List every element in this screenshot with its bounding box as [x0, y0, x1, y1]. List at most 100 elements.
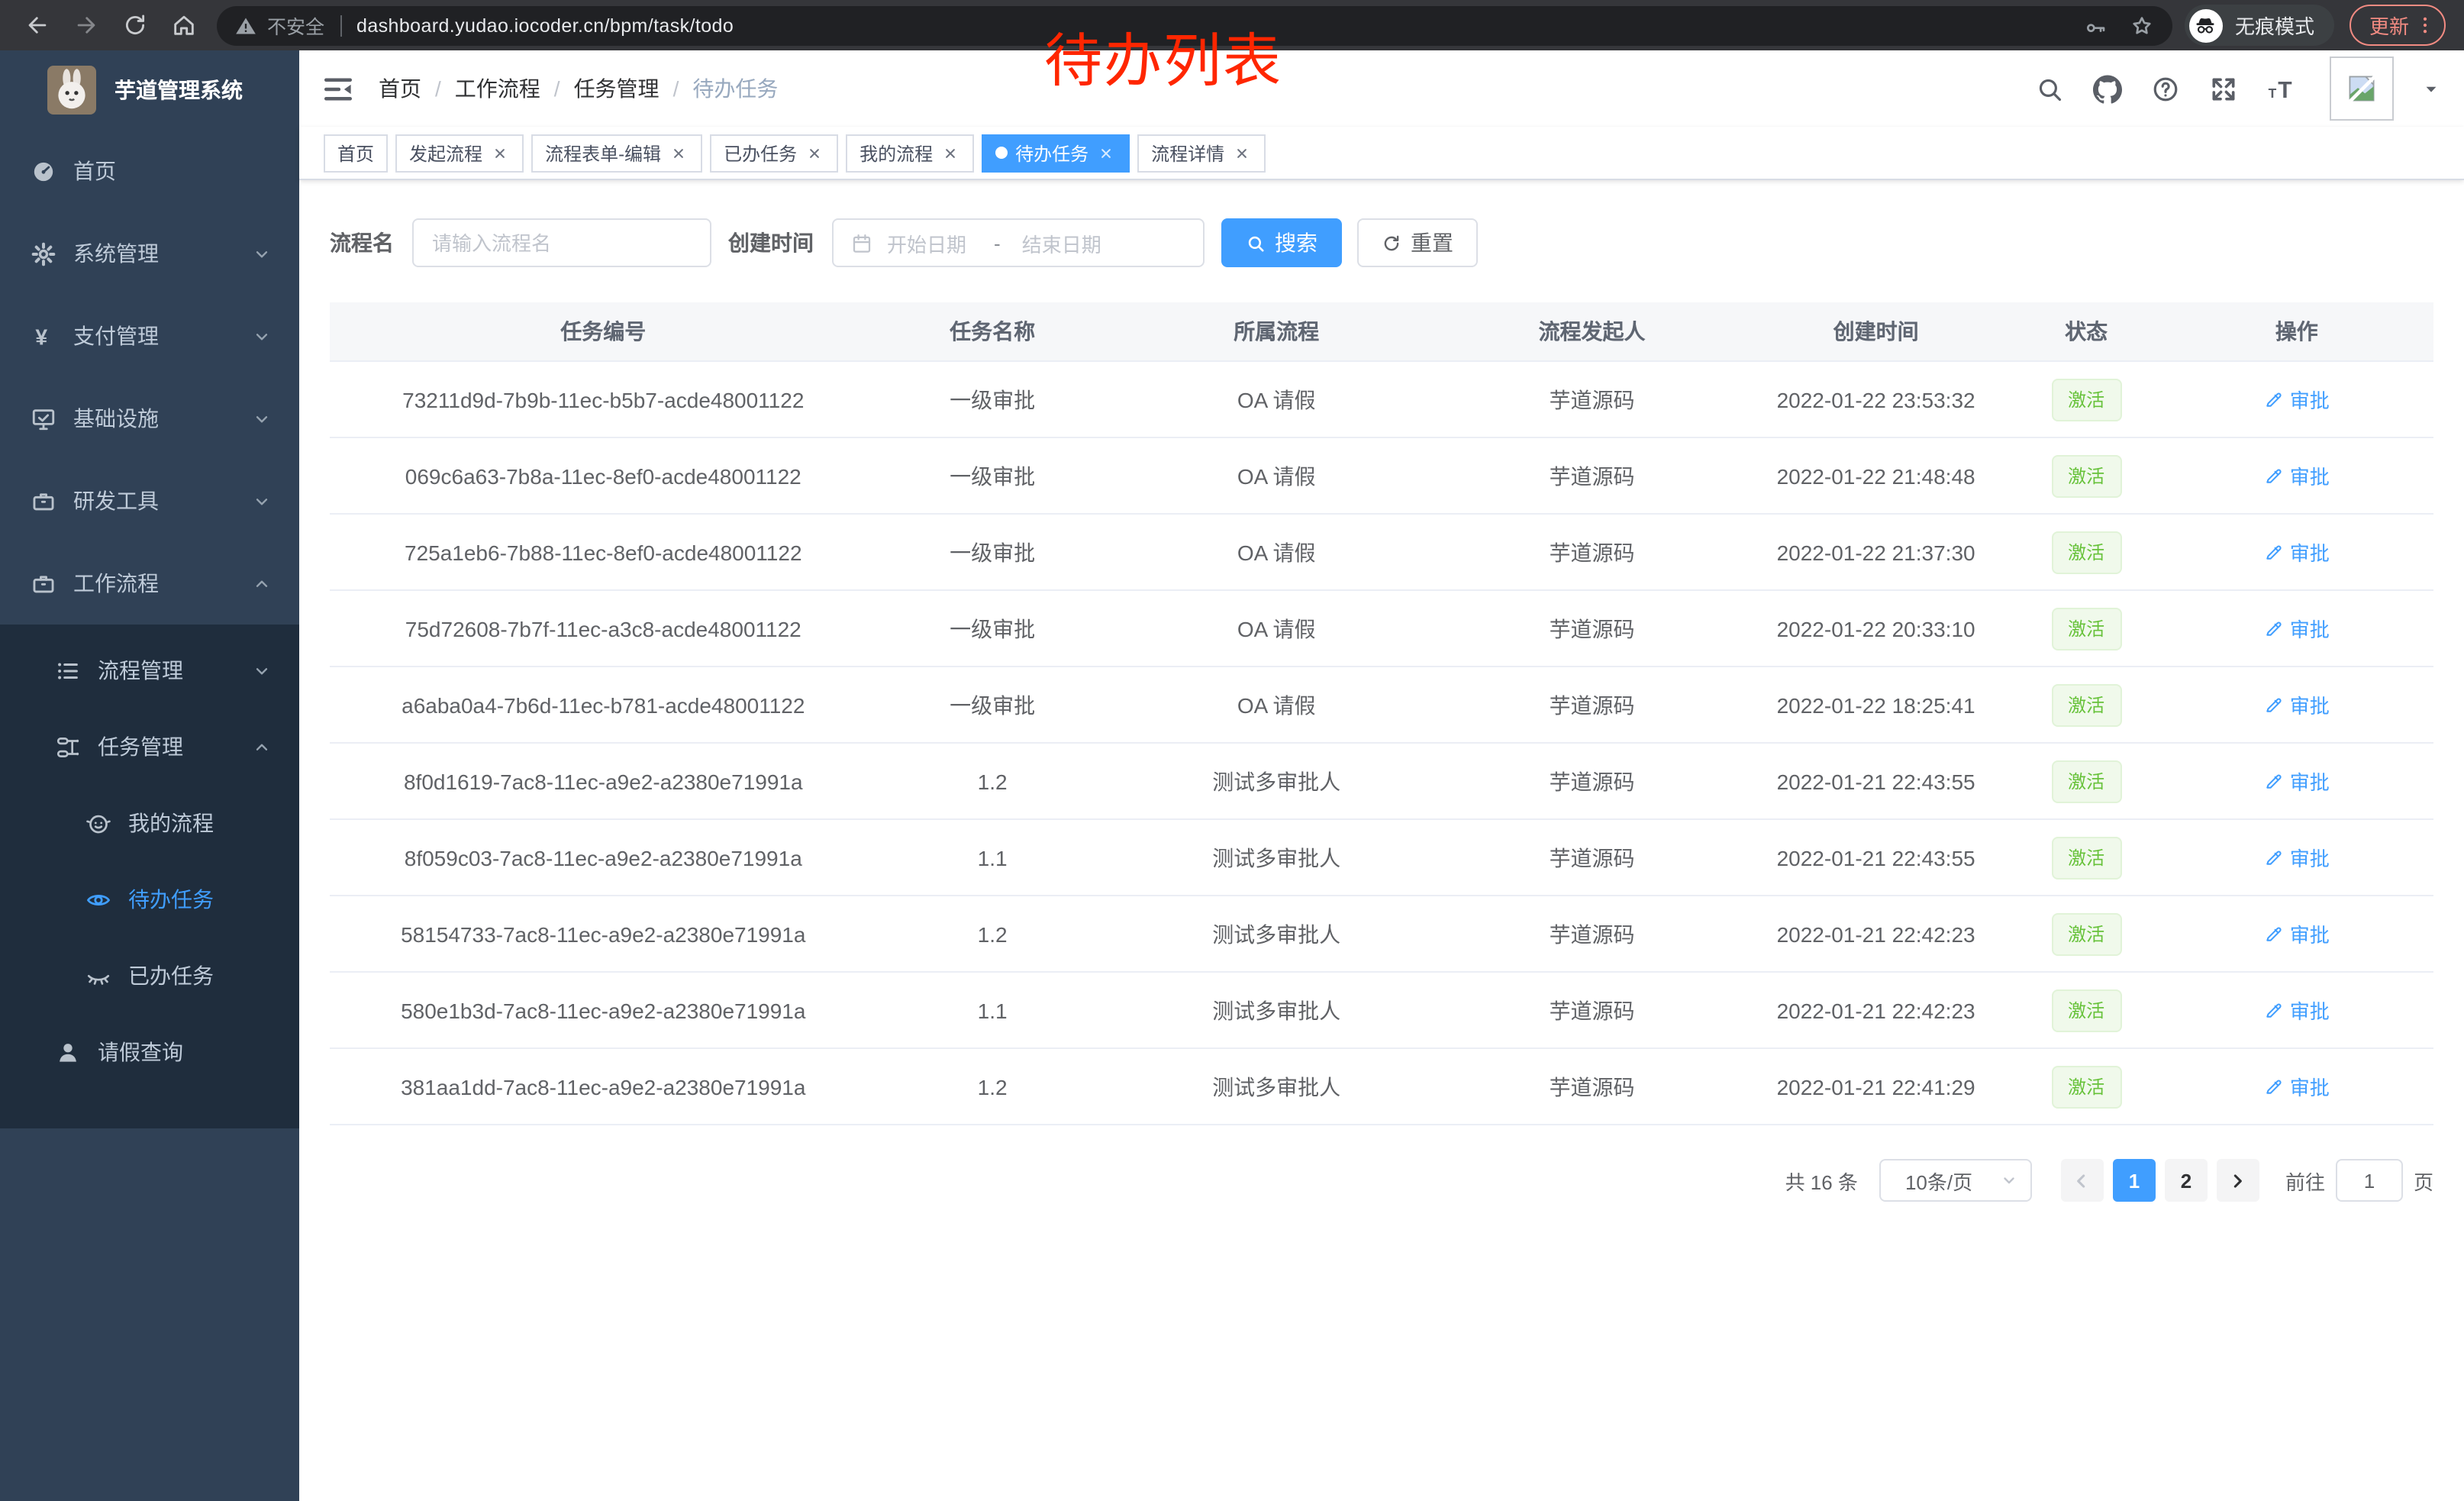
font-size-icon[interactable]: TT: [2267, 74, 2296, 103]
sidebar-item-label: 研发工具: [73, 486, 252, 516]
approve-link[interactable]: 审批: [2264, 537, 2330, 567]
cell-process: 测试多审批人: [1108, 972, 1445, 1048]
cell-name: 1.1: [877, 972, 1108, 1048]
approve-label: 审批: [2290, 767, 2330, 796]
status-badge: 激活: [2051, 454, 2121, 497]
status-badge: 激活: [2051, 989, 2121, 1031]
cell-name: 1.2: [877, 896, 1108, 972]
cell-action: 审批: [2160, 514, 2433, 590]
end-date-placeholder: 结束日期: [1022, 228, 1101, 257]
sidebar-item-system[interactable]: 系统管理: [0, 212, 299, 295]
table-row: 58154733-7ac8-11ec-a9e2-a2380e71991a1.2测…: [330, 896, 2433, 972]
column-header: 所属流程: [1108, 302, 1445, 361]
approve-link[interactable]: 审批: [2264, 614, 2330, 643]
cell-id: a6aba0a4-7b6d-11ec-b781-acde48001122: [330, 667, 877, 743]
breadcrumb-separator: /: [673, 76, 679, 101]
chevron-down-icon[interactable]: [2423, 80, 2440, 97]
search-button[interactable]: 搜索: [1221, 218, 1342, 267]
cell-starter: 芋道源码: [1445, 590, 1740, 667]
cell-name: 一级审批: [877, 667, 1108, 743]
tab-todo-tasks[interactable]: 待办任务: [982, 134, 1130, 172]
reset-button[interactable]: 重置: [1357, 218, 1478, 267]
fullscreen-icon[interactable]: [2209, 74, 2238, 103]
back-button[interactable]: [17, 5, 56, 45]
date-range-picker[interactable]: 开始日期 - 结束日期: [832, 218, 1205, 267]
sidebar-item-home[interactable]: 首页: [0, 130, 299, 212]
avatar[interactable]: [2330, 56, 2394, 121]
bookmark-star-icon[interactable]: [2130, 13, 2154, 37]
page-button-1[interactable]: 1: [2113, 1159, 2156, 1202]
sidebar-item-my-process[interactable]: 我的流程: [0, 785, 299, 861]
cell-time: 2022-01-21 22:42:23: [1739, 972, 2012, 1048]
tab-start-process[interactable]: 发起流程: [395, 134, 524, 172]
cell-process: 测试多审批人: [1108, 743, 1445, 819]
menu-dots-icon[interactable]: [2414, 14, 2437, 37]
table-row: a6aba0a4-7b6d-11ec-b781-acde48001122一级审批…: [330, 667, 2433, 743]
close-icon[interactable]: [805, 143, 824, 163]
page-numbers: 12: [2108, 1159, 2212, 1202]
address-bar[interactable]: 不安全 dashboard.yudao.iocoder.cn/bpm/task/…: [217, 5, 2172, 45]
update-button[interactable]: 更新: [2350, 5, 2446, 46]
svg-text:¥: ¥: [35, 325, 47, 349]
sidebar-item-done-tasks[interactable]: 已办任务: [0, 938, 299, 1014]
reset-button-label: 重置: [1411, 228, 1453, 258]
sidebar-item-task-manage[interactable]: 任务管理: [0, 709, 299, 785]
sidebar: 芋道管理系统 首页系统管理¥支付管理基础设施研发工具工作流程 流程管理任务管理我…: [0, 50, 299, 1501]
sidebar-item-label: 请假查询: [98, 1037, 272, 1067]
sidebar-item-infra[interactable]: 基础设施: [0, 377, 299, 460]
warning-icon: [235, 15, 256, 36]
approve-link[interactable]: 审批: [2264, 843, 2330, 872]
goto-page-input[interactable]: [2336, 1159, 2403, 1202]
close-icon[interactable]: [669, 143, 689, 163]
status-badge: 激活: [2051, 607, 2121, 650]
approve-link[interactable]: 审批: [2264, 919, 2330, 948]
logo[interactable]: 芋道管理系统: [0, 50, 299, 130]
sidebar-item-label: 首页: [73, 156, 272, 186]
next-page-button[interactable]: [2217, 1159, 2259, 1202]
process-name-input[interactable]: [412, 218, 711, 267]
eye-closed-icon: [85, 963, 111, 989]
forward-button[interactable]: [66, 5, 105, 45]
breadcrumb-task-manage[interactable]: 任务管理: [574, 73, 660, 104]
tab-done-tasks[interactable]: 已办任务: [710, 134, 838, 172]
sidebar-item-process-manage[interactable]: 流程管理: [0, 632, 299, 709]
page-size-select[interactable]: 10条/页: [1879, 1159, 2032, 1202]
reload-button[interactable]: [114, 5, 154, 45]
github-icon[interactable]: [2093, 74, 2122, 103]
sidebar-item-devtools[interactable]: 研发工具: [0, 460, 299, 542]
tags-view: 首页发起流程流程表单-编辑已办任务我的流程待办任务流程详情: [299, 127, 2464, 180]
logo-image: [47, 66, 96, 115]
home-button[interactable]: [163, 5, 203, 45]
hamburger-icon[interactable]: [322, 73, 354, 105]
close-icon[interactable]: [1232, 143, 1252, 163]
table-row: 75d72608-7b7f-11ec-a3c8-acde48001122一级审批…: [330, 590, 2433, 667]
close-icon[interactable]: [940, 143, 960, 163]
breadcrumb-separator: /: [554, 76, 560, 101]
approve-link[interactable]: 审批: [2264, 996, 2330, 1025]
sidebar-item-leave-query[interactable]: 请假查询: [0, 1014, 299, 1090]
key-icon[interactable]: [2084, 13, 2108, 37]
sidebar-item-payment[interactable]: ¥支付管理: [0, 295, 299, 377]
close-icon[interactable]: [1096, 143, 1116, 163]
approve-link[interactable]: 审批: [2264, 461, 2330, 490]
approve-link[interactable]: 审批: [2264, 690, 2330, 719]
calendar-icon: [850, 231, 873, 254]
search-icon[interactable]: [2035, 74, 2064, 103]
tab-form-edit[interactable]: 流程表单-编辑: [531, 134, 702, 172]
tab-my-process[interactable]: 我的流程: [846, 134, 974, 172]
sidebar-item-todo-tasks[interactable]: 待办任务: [0, 861, 299, 938]
column-header: 任务编号: [330, 302, 877, 361]
breadcrumb-workflow[interactable]: 工作流程: [455, 73, 540, 104]
help-icon[interactable]: [2151, 74, 2180, 103]
breadcrumb-home[interactable]: 首页: [379, 73, 421, 104]
approve-link[interactable]: 审批: [2264, 1072, 2330, 1101]
approve-link[interactable]: 审批: [2264, 767, 2330, 796]
approve-link[interactable]: 审批: [2264, 385, 2330, 414]
page-button-2[interactable]: 2: [2165, 1159, 2208, 1202]
close-icon[interactable]: [490, 143, 510, 163]
prev-page-button[interactable]: [2061, 1159, 2104, 1202]
sidebar-item-workflow[interactable]: 工作流程: [0, 542, 299, 625]
table-row: 73211d9d-7b9b-11ec-b5b7-acde48001122一级审批…: [330, 361, 2433, 437]
tab-home[interactable]: 首页: [324, 134, 388, 172]
tab-process-detail[interactable]: 流程详情: [1137, 134, 1266, 172]
